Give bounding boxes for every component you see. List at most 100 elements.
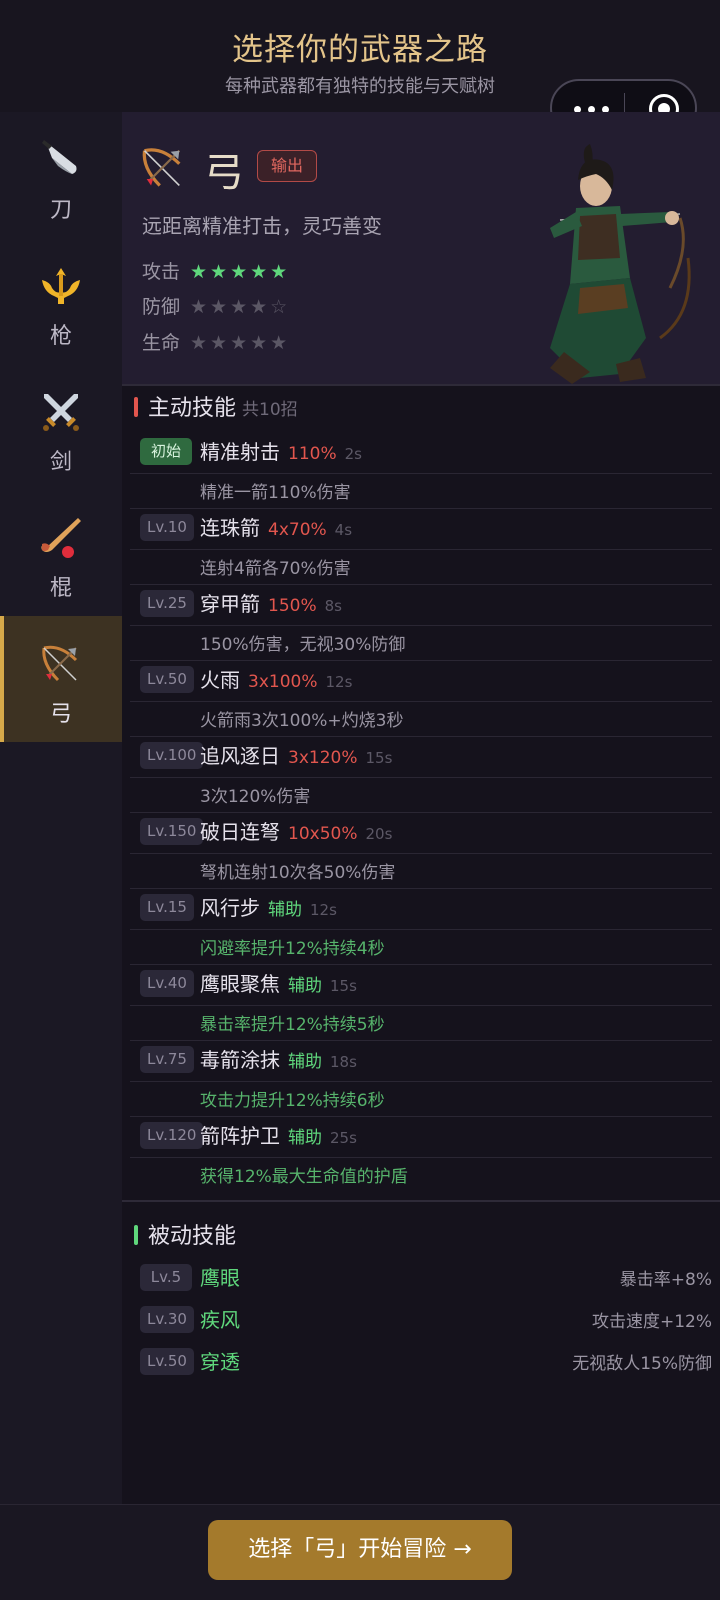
skill-name: 精准射击 [200, 440, 280, 464]
skill-row[interactable]: Lv.50 火雨 3x100% 12s 火箭雨3次100%+灼烧3秒 [130, 662, 712, 737]
divider [130, 584, 712, 585]
sidebar-item-spear[interactable]: 枪 [0, 238, 122, 364]
weapon-name: 弓 [204, 150, 244, 196]
skill-description: 连射4箭各70%伤害 [200, 559, 351, 579]
skill-damage: 150% [268, 596, 317, 616]
skill-name-line: 毒箭涂抹 辅助 18s [200, 1044, 357, 1073]
divider [130, 1081, 712, 1082]
divider [130, 508, 712, 509]
skill-cooldown: 18s [330, 1053, 357, 1071]
weapon-description: 远距离精准打击，灵巧善变 [142, 214, 382, 238]
skill-damage: 3x120% [288, 748, 358, 768]
section-title: 主动技能 [148, 396, 237, 421]
skill-cooldown: 4s [334, 521, 353, 539]
weapon-sidebar: 刀 枪 剑 棍 弓 [0, 112, 122, 1504]
skill-row[interactable]: Lv.150 破日连弩 10x50% 20s 弩机连射10次各50%伤害 [130, 814, 712, 889]
skill-name-line: 连珠箭 4x70% 4s [200, 512, 352, 541]
skill-description: 暴击率提升12%持续5秒 [200, 1015, 385, 1035]
skill-cooldown: 2s [344, 445, 362, 463]
divider [130, 1116, 712, 1117]
skill-name-line: 火雨 3x100% 12s [200, 664, 352, 693]
divider [130, 888, 712, 889]
skill-description: 攻击力提升12%持续6秒 [200, 1091, 385, 1111]
skill-cooldown: 20s [365, 825, 393, 843]
skill-cooldown: 8s [324, 597, 342, 615]
skill-row[interactable]: Lv.25 穿甲箭 150% 8s 150%伤害，无视30%防御 [130, 586, 712, 661]
skill-row[interactable]: Lv.40 鹰眼聚焦 辅助 15s 暴击率提升12%持续5秒 [130, 966, 712, 1041]
stat-health: 生命 ★★★★★ [142, 328, 290, 355]
skill-description: 150%伤害，无视30%防御 [200, 635, 406, 655]
stat-stars: ★★★★★ [190, 261, 291, 283]
trident-icon [42, 268, 80, 304]
unlock-badge: Lv.100 [140, 742, 204, 769]
skill-description: 闪避率提升12%持续4秒 [200, 939, 385, 959]
knife-icon [42, 140, 77, 174]
unlock-badge: Lv.15 [140, 894, 194, 921]
skill-name: 破日连弩 [200, 820, 280, 844]
active-skills-header: 主动技能 共10招 [134, 390, 298, 422]
skill-row[interactable]: 初始 精准射击 110% 2s 精准一箭110%伤害 [130, 434, 712, 509]
skill-name-line: 风行步 辅助 12s [200, 892, 337, 921]
stat-stars: ★★★★★ [190, 332, 291, 354]
skill-name: 鹰眼聚焦 [200, 972, 280, 996]
divider [130, 964, 712, 965]
sidebar-item-sword[interactable]: 剑 [0, 364, 122, 490]
footer-bar: 选择「弓」开始冒险 → [0, 1504, 720, 1600]
sidebar-item-knife[interactable]: 刀 [0, 112, 122, 238]
skill-cooldown: 25s [330, 1129, 357, 1147]
skill-type-tag: 辅助 [288, 976, 322, 996]
sidebar-item-label: 枪 [49, 324, 72, 349]
passive-skill-effect: 暴击率+8% [619, 1270, 712, 1290]
skill-row[interactable]: Lv.15 风行步 辅助 12s 闪避率提升12%持续4秒 [130, 890, 712, 965]
divider [130, 1040, 712, 1041]
skill-cooldown: 15s [365, 749, 393, 767]
skill-description: 火箭雨3次100%+灼烧3秒 [200, 711, 404, 731]
skill-row[interactable]: Lv.120 箭阵护卫 辅助 25s 获得12%最大生命值的护盾 [130, 1118, 712, 1193]
passive-skill-name: 鹰眼 [200, 1266, 240, 1290]
skill-damage: 110% [288, 444, 337, 464]
passive-skill-row[interactable]: Lv.50 穿透 无视敌人15%防御 [130, 1344, 712, 1380]
sidebar-item-staff[interactable]: 棍 [0, 490, 122, 616]
sidebar-item-label: 剑 [49, 450, 72, 475]
unlock-badge: Lv.25 [140, 590, 194, 617]
skill-cooldown: 12s [325, 673, 353, 691]
skill-name: 火雨 [200, 668, 240, 692]
passive-skill-name: 疾风 [200, 1308, 240, 1332]
sidebar-item-label: 弓 [49, 702, 72, 727]
skill-cooldown: 15s [330, 977, 357, 995]
weapon-hero-card: 弓 输出 远距离精准打击，灵巧善变 攻击 ★★★★★ 防御 ★★★★☆ 生命 ★★★★… [122, 112, 720, 384]
skill-description: 获得12%最大生命值的护盾 [200, 1167, 408, 1187]
unlock-badge: Lv.120 [140, 1122, 204, 1149]
bow-arrow-icon [142, 148, 181, 187]
skill-row[interactable]: Lv.75 毒箭涂抹 辅助 18s 攻击力提升12%持续6秒 [130, 1042, 712, 1117]
divider [130, 777, 712, 778]
unlock-badge: Lv.150 [140, 818, 204, 845]
stat-label: 攻击 [142, 261, 181, 283]
skill-type-tag: 辅助 [288, 1128, 322, 1148]
passive-skill-name: 穿透 [200, 1350, 240, 1374]
passive-skill-row[interactable]: Lv.5 鹰眼 暴击率+8% [130, 1260, 712, 1296]
skill-name-line: 箭阵护卫 辅助 25s [200, 1120, 357, 1149]
archer-character-illustration [550, 144, 691, 384]
divider [130, 736, 712, 737]
skill-name: 连珠箭 [200, 516, 260, 540]
divider [130, 701, 712, 702]
unlock-badge: Lv.50 [140, 1348, 194, 1375]
skill-row[interactable]: Lv.10 连珠箭 4x70% 4s 连射4箭各70%伤害 [130, 510, 712, 585]
start-adventure-button[interactable]: 选择「弓」开始冒险 → [208, 1520, 512, 1580]
divider [130, 853, 712, 854]
divider [130, 473, 712, 474]
divider [130, 929, 712, 930]
skill-name-line: 破日连弩 10x50% 20s [200, 816, 392, 845]
unlock-badge: Lv.5 [140, 1264, 192, 1291]
section-title: 被动技能 [148, 1224, 237, 1249]
unlock-badge: Lv.10 [140, 514, 194, 541]
divider [130, 660, 712, 661]
sidebar-item-bow[interactable]: 弓 [0, 616, 122, 742]
divider [130, 812, 712, 813]
stat-label: 生命 [142, 332, 181, 354]
passive-skill-row[interactable]: Lv.30 疾风 攻击速度+12% [130, 1302, 712, 1338]
section-accent-bar [134, 1225, 138, 1245]
skill-row[interactable]: Lv.100 追风逐日 3x120% 15s 3次120%伤害 [130, 738, 712, 813]
bow-arrow-icon [42, 645, 78, 682]
